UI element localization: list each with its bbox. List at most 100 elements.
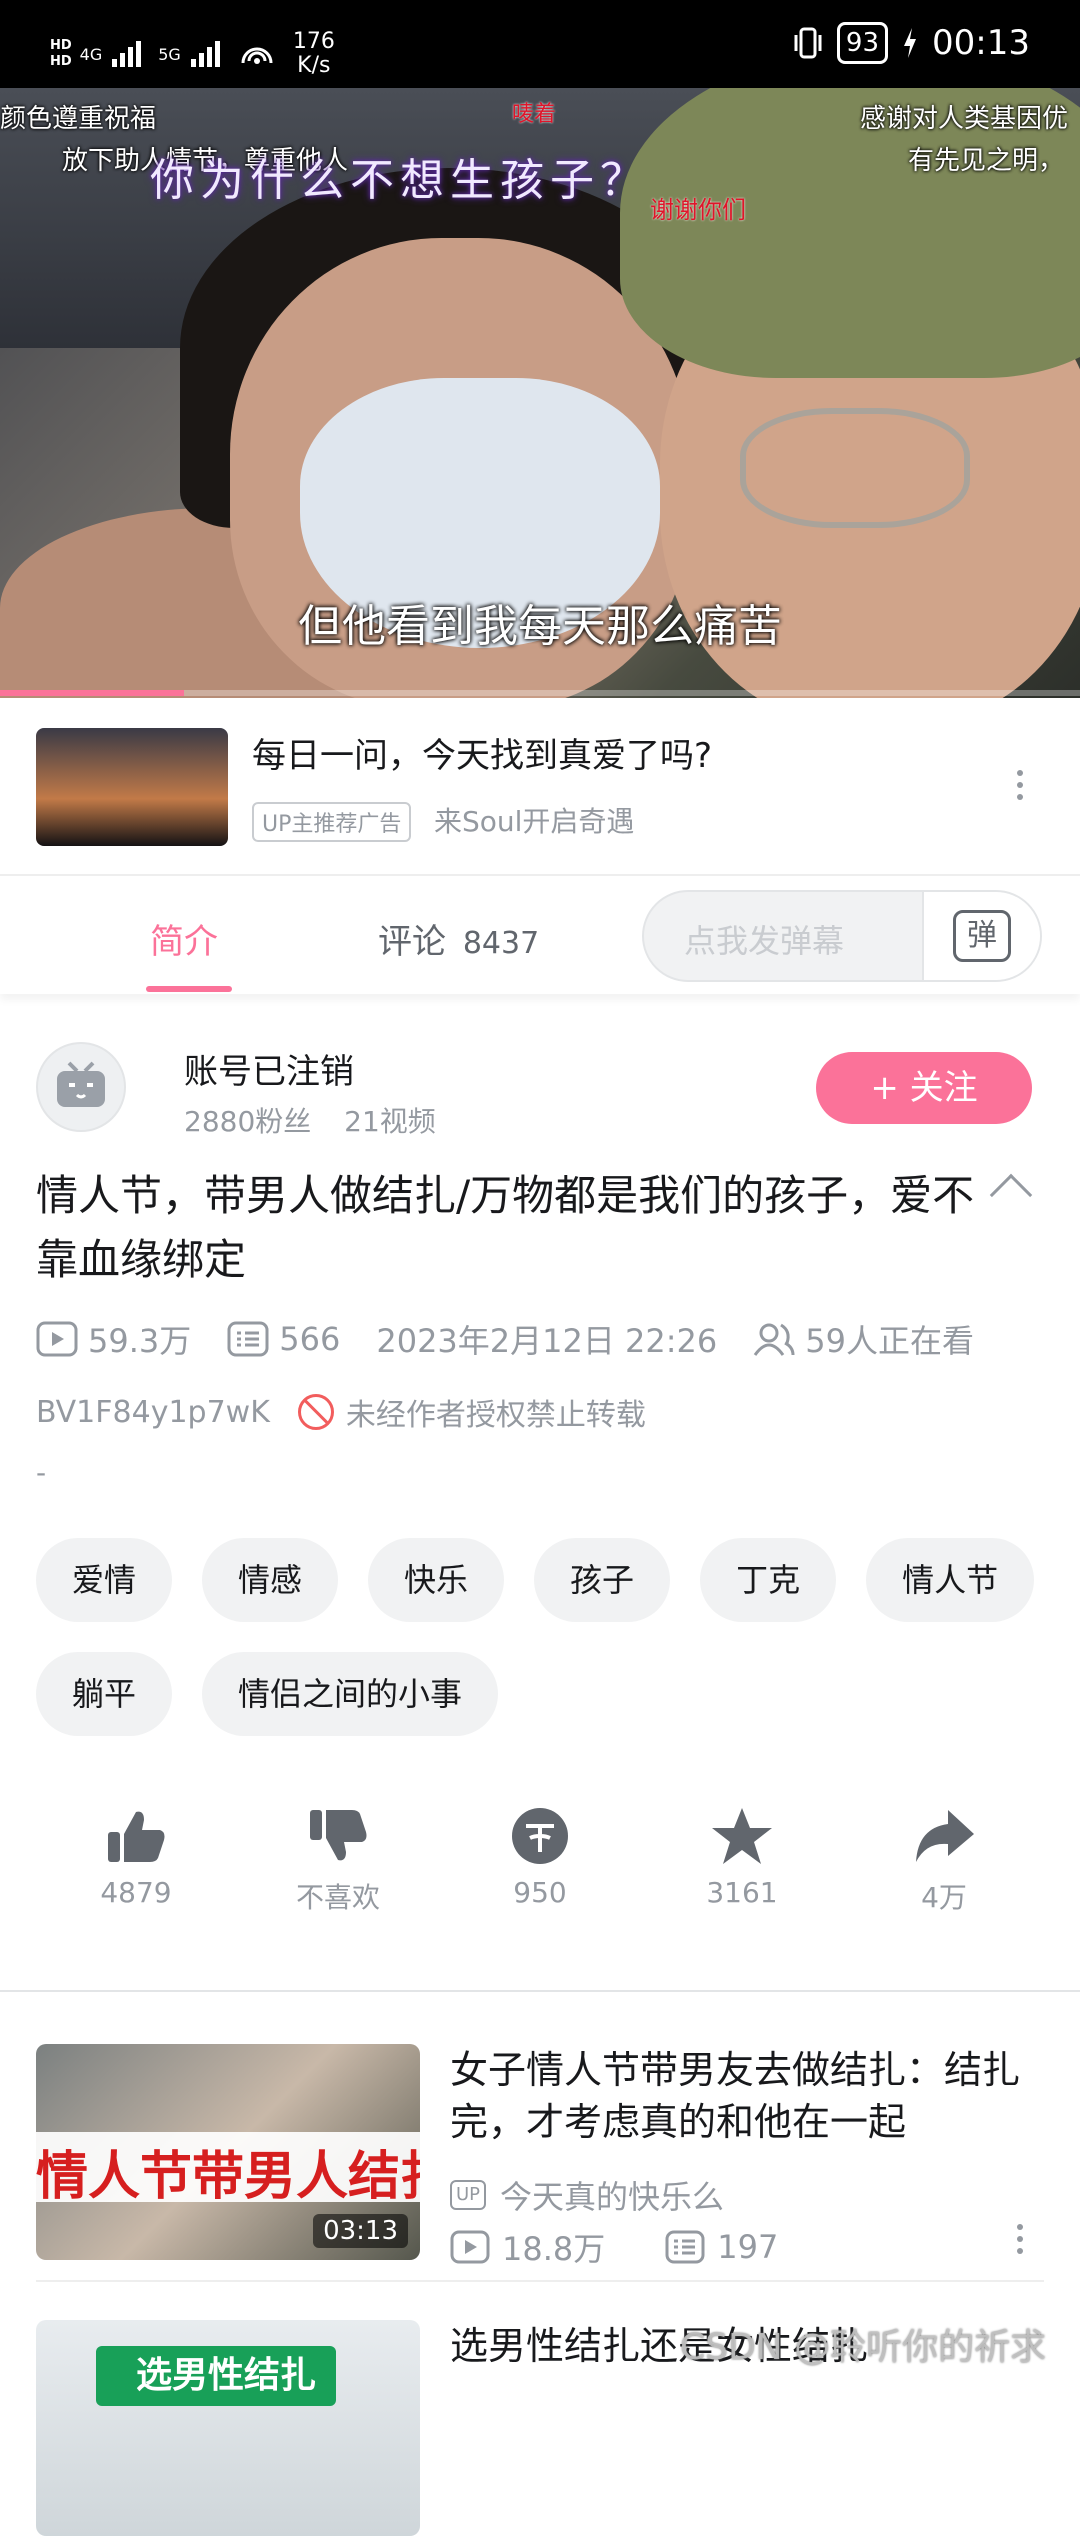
tag-item[interactable]: 丁克 — [700, 1538, 837, 1622]
video-progress-fill — [0, 690, 184, 696]
rec-danmaku: 197 — [665, 2224, 778, 2270]
danmaku-count: 566 — [279, 1320, 341, 1358]
tab-comments-count: 8437 — [462, 926, 540, 961]
like-button[interactable]: 4879 — [36, 1806, 236, 1916]
rec-views: 18.8万 — [450, 2224, 605, 2270]
views-count: 59.3万 — [88, 1322, 192, 1360]
rec-uploader[interactable]: UP 今天真的快乐么 — [450, 2172, 724, 2218]
video-player[interactable]: 颜色遵重祝福 放下助人情节，尊重他人 唛着 感谢对人类基因优 有先见之明， 谢谢… — [0, 88, 1080, 698]
rec-more-icon[interactable] — [1010, 2224, 1030, 2254]
dislike-button[interactable]: 不喜欢 — [238, 1806, 438, 1916]
star-icon — [712, 1808, 772, 1864]
tag-item[interactable]: 情人节 — [866, 1538, 1035, 1622]
video-glasses — [740, 408, 970, 528]
signal-icon — [112, 41, 142, 67]
danmaku-comment: 感谢对人类基因优 — [860, 104, 1069, 134]
danmaku-icon: 弹 — [953, 910, 1011, 962]
tab-underline — [146, 986, 232, 992]
clock: 00:13 — [932, 23, 1030, 63]
up-badge-icon: UP — [450, 2180, 487, 2210]
video-title-overlay: 你为什么不想生孩子？ — [150, 155, 650, 206]
favorite-button[interactable]: 3161 — [642, 1806, 842, 1916]
play-count-icon — [450, 2230, 490, 2264]
author-fans: 2880粉丝 — [184, 1105, 312, 1138]
video-subtitle: 但他看到我每天那么痛苦 — [298, 601, 782, 652]
rec-thumb-text: 情人节带男人结扎 — [36, 2147, 420, 2207]
rec-duration: 03:13 — [313, 2214, 408, 2248]
tag-item[interactable]: 情感 — [202, 1538, 339, 1622]
video-stats: 59.3万 566 2023年2月12日 22:26 59人正在看 — [36, 1316, 1010, 1362]
author-avatar[interactable] — [36, 1042, 126, 1132]
publish-date-text: 2023年2月12日 22:26 — [376, 1322, 718, 1360]
status-bar: HD HD 4G 5G 176 K/s 93 00:13 — [0, 0, 1080, 88]
watching-count: 59人正在看 — [805, 1322, 974, 1360]
network-type-4g: 4G — [79, 44, 103, 64]
rec-danmaku-count: 197 — [717, 2228, 779, 2266]
share-icon — [916, 1810, 974, 1862]
copyright-notice: 未经作者授权禁止转载 — [345, 1398, 646, 1433]
watermark: CSDN @聆听你的祈求 — [680, 2327, 1047, 2368]
tag-item[interactable]: 孩子 — [534, 1538, 671, 1622]
tv-avatar-icon — [57, 1061, 105, 1107]
ad-title[interactable]: 每日一问，今天找到真爱了吗? — [252, 728, 712, 777]
tab-bar: 简介 评论 8437 点我发弹幕 弹 — [0, 876, 1080, 994]
ad-thumbnail[interactable] — [36, 728, 228, 846]
ad-banner[interactable]: 每日一问，今天找到真爱了吗? UP主推荐广告 来Soul开启奇遇 — [0, 698, 1080, 876]
collapse-chevron-icon[interactable] — [989, 1173, 1033, 1217]
author-videos: 21视频 — [344, 1105, 436, 1138]
author-meta: 2880粉丝 21视频 — [184, 1100, 436, 1140]
danmaku-icon-label: 弹 — [967, 918, 997, 953]
danmaku-count-icon — [227, 1321, 269, 1357]
coin-icon — [512, 1808, 568, 1864]
tag-item[interactable]: 情侣之间的小事 — [202, 1652, 499, 1736]
speed-value: 176 — [292, 29, 335, 54]
views-stat: 59.3万 — [36, 1316, 191, 1362]
coin-count: 950 — [513, 1876, 567, 1909]
tag-item[interactable]: 爱情 — [36, 1538, 173, 1622]
video-title: 情人节，带男人做结扎/万物都是我们的孩子，爱不靠血缘绑定 — [36, 1171, 975, 1284]
rec-divider — [36, 2280, 1044, 2282]
bv-line: BV1F84y1p7wK 未经作者授权禁止转载 — [36, 1390, 646, 1434]
danmaku-comment: 谢谢你们 — [650, 196, 746, 224]
tab-comments-label: 评论 — [378, 922, 446, 962]
rec-uploader-name: 今天真的快乐么 — [500, 2178, 725, 2216]
danmaku-toggle-button[interactable]: 弹 — [922, 892, 1040, 980]
rec-thumbnail[interactable]: 情人节带男人结扎 03:13 — [36, 2044, 420, 2260]
rec-thumbnail[interactable]: 选男性结扎 — [36, 2320, 420, 2536]
danmaku-comment: 颜色遵重祝福 — [0, 104, 157, 134]
thumbs-down-icon — [310, 1810, 367, 1861]
danmaku-placeholder: 点我发弹幕 — [684, 922, 845, 960]
video-description: - — [36, 1456, 47, 1489]
hd-indicator: HD HD — [50, 38, 72, 69]
coin-button[interactable]: 950 — [440, 1806, 640, 1916]
rec-title[interactable]: 女子情人节带男友去做结扎：结扎完，才考虑真的和他在一起 — [450, 2044, 1040, 2148]
section-divider — [0, 1990, 1080, 1992]
tag-item[interactable]: 躺平 — [36, 1652, 173, 1736]
action-bar: 4879 不喜欢 950 3161 4万 — [36, 1806, 1044, 1916]
tag-list: 爱情 情感 快乐 孩子 丁克 情人节 躺平 情侣之间的小事 — [36, 1538, 1046, 1736]
video-progress-bar[interactable] — [0, 690, 1080, 696]
rec-stats: 18.8万 197 — [450, 2224, 778, 2270]
favorite-count: 3161 — [706, 1876, 778, 1909]
ad-badge: UP主推荐广告 — [252, 802, 412, 842]
signal-icon-2 — [190, 41, 220, 67]
watching-icon — [754, 1323, 795, 1356]
watching-stat: 59人正在看 — [753, 1316, 974, 1362]
charging-icon — [904, 28, 917, 58]
author-name[interactable]: 账号已注销 — [184, 1044, 354, 1093]
battery-indicator: 93 — [836, 22, 889, 64]
bvid[interactable]: BV1F84y1p7wK — [36, 1395, 270, 1430]
tag-item[interactable]: 快乐 — [368, 1538, 505, 1622]
status-left: HD HD 4G 5G 176 K/s — [50, 30, 335, 78]
danmaku-comment: 有先见之明， — [908, 146, 1065, 176]
tab-intro[interactable]: 简介 — [150, 914, 218, 963]
tab-comments[interactable]: 评论 8437 — [378, 914, 539, 963]
follow-button[interactable]: + 关注 — [816, 1052, 1032, 1124]
danmaku-input[interactable]: 点我发弹幕 弹 — [642, 890, 1042, 982]
share-button[interactable]: 4万 — [844, 1806, 1044, 1916]
ad-more-icon[interactable] — [1010, 770, 1030, 800]
play-count-icon — [36, 1321, 78, 1357]
danmaku-count-icon — [665, 2230, 705, 2264]
no-repost-icon — [297, 1394, 334, 1430]
vibrate-icon — [794, 27, 822, 59]
